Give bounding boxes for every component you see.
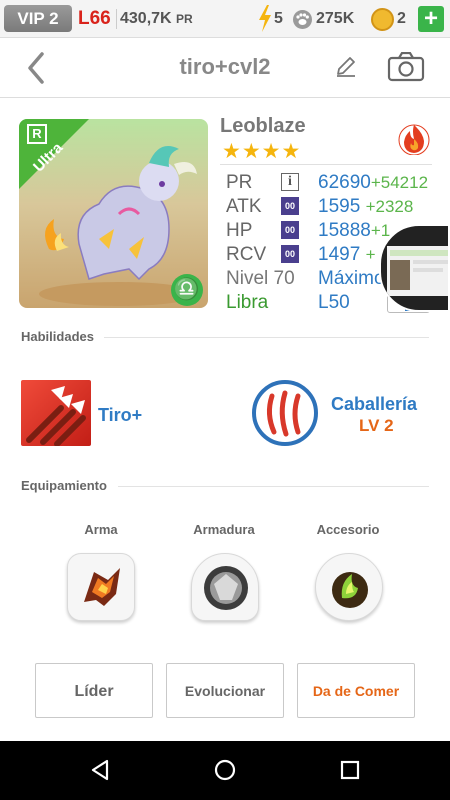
monster-name: Leoblaze (220, 115, 306, 137)
claw-skill-icon[interactable] (252, 380, 318, 446)
stat-label: HP (226, 220, 253, 241)
stat-value: 1497 + (318, 244, 376, 265)
screenshot-thumbnail[interactable] (379, 224, 450, 312)
stat-label: ATK (226, 196, 262, 217)
stat-value: 15888+1 (318, 220, 391, 241)
stat-label: RCV (226, 244, 267, 265)
coin-count: 2 (397, 10, 406, 27)
header: tiro+cvl2 (0, 38, 450, 98)
libra-icon: ♎ (171, 274, 203, 306)
page-title: tiro+cvl2 (179, 54, 271, 79)
equip-label-armor: Armadura (193, 522, 255, 537)
equipment-header: Equipamiento (21, 478, 107, 493)
stat-value: 1595 +2328 (318, 196, 414, 217)
divider (116, 9, 117, 29)
fire-icon (398, 124, 430, 155)
stat-icon: 00 (281, 221, 299, 239)
paw-icon (293, 10, 312, 29)
add-coins-button[interactable]: + (418, 6, 444, 32)
lightning-icon (259, 5, 271, 32)
level-status: Máximo (318, 268, 385, 289)
leader-skill-name[interactable]: Caballería (331, 394, 417, 415)
weapon-icon (84, 568, 120, 606)
back-nav-icon[interactable] (88, 758, 112, 782)
equip-label-accessory: Accesorio (316, 522, 380, 537)
coin-icon (371, 8, 394, 31)
skills-header: Habilidades (21, 329, 94, 344)
back-button[interactable] (22, 50, 52, 86)
accessory-icon (332, 572, 368, 608)
rarity-badge: R (27, 124, 47, 144)
vip-badge[interactable]: VIP 2 (4, 5, 72, 32)
level-label: Nivel 70 (226, 268, 295, 289)
feed-button[interactable]: Da de Comer (297, 663, 415, 718)
android-nav-bar (0, 741, 450, 800)
leader-skill-level: LV 2 (359, 416, 394, 435)
info-icon[interactable]: i (281, 173, 299, 191)
arrows-skill-icon[interactable] (21, 380, 91, 447)
star-rating: ★★★★ (222, 140, 302, 163)
energy-count: 5 (274, 10, 283, 27)
leader-button[interactable]: Líder (35, 663, 153, 718)
stat-label: PR (226, 172, 253, 193)
divider (220, 164, 432, 165)
divider (104, 337, 429, 338)
recents-nav-icon[interactable] (338, 758, 362, 782)
stat-icon: 00 (281, 245, 299, 263)
team-level: L50 (318, 292, 350, 313)
equip-label-weapon: Arma (84, 522, 118, 537)
player-level: L66 (78, 8, 111, 29)
skill-name[interactable]: Tiro+ (98, 405, 142, 426)
armor-slot[interactable] (191, 553, 259, 621)
armor-icon (204, 566, 248, 610)
divider (118, 486, 429, 487)
evolve-button[interactable]: Evolucionar (166, 663, 284, 718)
camera-button[interactable] (387, 52, 425, 82)
stat-icon: 00 (281, 197, 299, 215)
screenshot-preview (387, 246, 448, 296)
player-power: 430,7K PR (120, 10, 193, 27)
food-count: 275K (316, 10, 355, 27)
zodiac-label: Libra (226, 292, 269, 313)
home-nav-icon[interactable] (213, 758, 237, 782)
edit-name-button[interactable] (334, 54, 358, 78)
accessory-slot[interactable] (315, 553, 383, 621)
stat-row-atk: ATK 00 1595 +2328 (226, 196, 436, 218)
weapon-slot[interactable] (67, 553, 135, 621)
monster-detail-screen: { "status": { "vip": "VIP 2", "level": "… (0, 0, 450, 800)
stat-value: 62690+54212 (318, 172, 429, 193)
stat-row-pr: PR i 62690+54212 (226, 172, 436, 194)
status-bar: VIP 2 L66 430,7K PR 5 275K 2 + (0, 0, 450, 38)
